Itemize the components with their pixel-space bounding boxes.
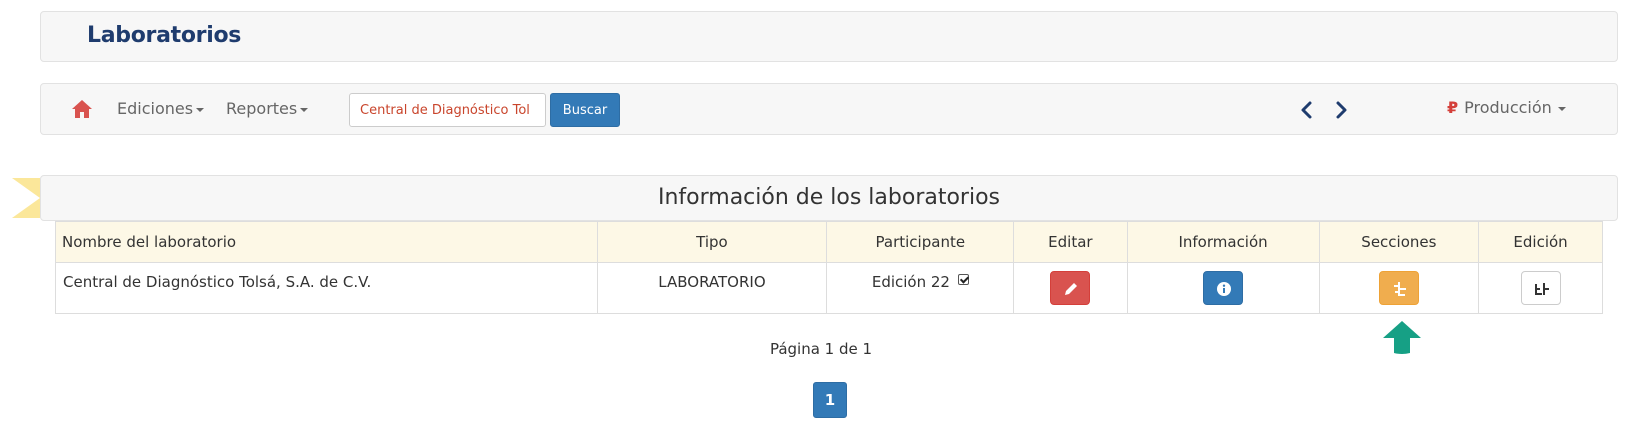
chevron-right-icon[interactable]	[1333, 100, 1349, 120]
caret-down-icon	[300, 107, 309, 112]
produccion-label: Producción	[1464, 98, 1552, 117]
column-header-edicion: Edición	[1478, 221, 1603, 263]
chevron-left-icon[interactable]	[1299, 100, 1315, 120]
lab-name-cell: Central de Diagnóstico Tolsá, S.A. de C.…	[55, 262, 598, 314]
caret-down-icon	[196, 107, 205, 112]
column-header-participante: Participante	[826, 221, 1015, 263]
caret-down-icon	[1557, 106, 1566, 111]
edit-cell	[1013, 262, 1128, 314]
page-1-button[interactable]: 1	[813, 382, 847, 418]
edition-cell	[1478, 262, 1603, 314]
table-header-row: Nombre del laboratorio Tipo Participante…	[55, 221, 1603, 263]
navbar: Ediciones Reportes Buscar ₽ Producción	[40, 83, 1618, 135]
participant-checkbox[interactable]	[957, 274, 969, 285]
sections-tree-icon	[1393, 282, 1406, 296]
sections-cell	[1318, 262, 1480, 314]
page-title: Laboratorios	[87, 23, 242, 48]
info-cell	[1126, 262, 1320, 314]
column-header-nombre: Nombre del laboratorio	[55, 221, 598, 263]
column-header-informacion: Información	[1126, 221, 1320, 263]
lab-type-cell: LABORATORIO	[596, 262, 828, 314]
search-input[interactable]	[349, 93, 546, 127]
reportes-label: Reportes	[226, 99, 298, 118]
participant-cell: Edición 22	[826, 262, 1015, 314]
pencil-icon	[1065, 283, 1078, 295]
pagination-summary: Página 1 de 1	[769, 340, 873, 358]
section-title: Información de los laboratorios	[657, 185, 1001, 210]
bookmark-flag-icon	[12, 178, 40, 218]
sections-button[interactable]	[1378, 271, 1419, 305]
edit-button[interactable]	[1050, 271, 1091, 305]
search-button[interactable]: Buscar	[550, 93, 620, 127]
participant-edition: Edición 22	[871, 273, 950, 291]
column-header-secciones: Secciones	[1318, 221, 1480, 263]
title-panel: Laboratorios	[40, 11, 1618, 62]
column-header-editar: Editar	[1013, 221, 1128, 263]
column-header-tipo: Tipo	[596, 221, 828, 263]
laboratories-table: Nombre del laboratorio Tipo Participante…	[55, 221, 1603, 314]
edition-tree-icon	[1534, 283, 1549, 295]
edition-button[interactable]	[1520, 271, 1561, 305]
reportes-dropdown[interactable]: Reportes	[226, 99, 309, 118]
home-icon[interactable]	[71, 99, 93, 119]
ediciones-label: Ediciones	[117, 99, 194, 118]
produccion-dropdown[interactable]: ₽ Producción	[1447, 98, 1566, 117]
info-button[interactable]	[1203, 271, 1244, 305]
ediciones-dropdown[interactable]: Ediciones	[117, 99, 205, 118]
table-row: Central de Diagnóstico Tolsá, S.A. de C.…	[55, 262, 1603, 314]
ruble-icon: ₽	[1447, 98, 1459, 117]
section-header: Información de los laboratorios	[40, 175, 1618, 221]
info-icon	[1217, 282, 1232, 296]
